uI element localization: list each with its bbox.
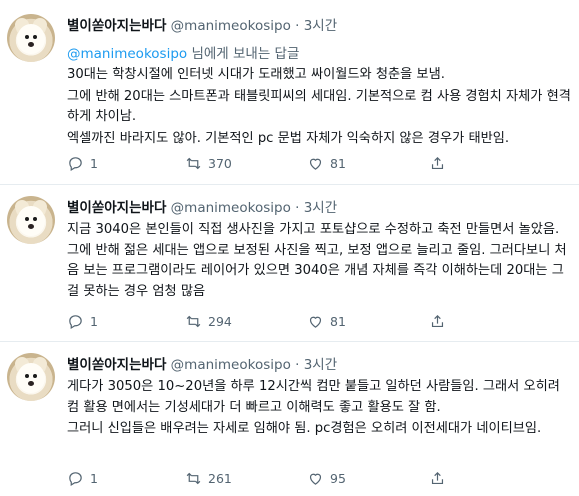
tweet-2[interactable]: 별이쏟아지는바다 @manimeokosipo · 3시간 지금 3040은 본…	[0, 185, 579, 341]
share-icon	[431, 471, 444, 485]
tweet-text: 게다가 3050은 10~20년을 하루 12시간씩 컴만 붙들고 일하던 사람…	[67, 377, 572, 441]
reply-count: 1	[90, 314, 98, 329]
retweet-button[interactable]: 261	[185, 470, 232, 487]
reply-button[interactable]: 1	[67, 155, 98, 172]
tweet-text: 30대는 학창시절에 인터넷 시대가 도래했고 싸이월드와 청춘을 보냄. 그에…	[67, 65, 572, 150]
heart-icon	[309, 473, 322, 485]
reply-button[interactable]: 1	[67, 470, 98, 487]
avatar[interactable]	[7, 196, 55, 244]
like-button[interactable]: 81	[307, 155, 346, 172]
separator-dot: ·	[295, 357, 300, 373]
timestamp[interactable]: 3시간	[304, 357, 337, 373]
tweet-actions: 1 294 81	[67, 313, 487, 333]
retweet-button[interactable]: 370	[185, 155, 232, 172]
reply-count: 1	[90, 156, 98, 171]
tweet-text: 지금 3040은 본인들이 직접 생사진을 가지고 포토샵으로 수정하고 축전 …	[67, 220, 572, 303]
retweet-count: 294	[208, 314, 232, 329]
retweet-icon	[186, 472, 201, 485]
tweet-header: 별이쏟아지는바다 @manimeokosipo · 3시간	[67, 196, 337, 216]
tweet-header: 별이쏟아지는바다 @manimeokosipo · 3시간	[67, 353, 337, 373]
tweet-header: 별이쏟아지는바다 @manimeokosipo · 3시간	[67, 14, 337, 34]
retweet-count: 370	[208, 156, 232, 171]
replying-suffix: 님에게 보내는 답글	[187, 46, 300, 62]
share-button[interactable]	[429, 155, 446, 172]
display-name[interactable]: 별이쏟아지는바다	[67, 200, 166, 216]
share-icon	[431, 314, 444, 328]
share-button[interactable]	[429, 470, 446, 487]
display-name[interactable]: 별이쏟아지는바다	[67, 357, 166, 373]
like-count: 95	[330, 471, 346, 486]
tweet-1[interactable]: 별이쏟아지는바다 @manimeokosipo · 3시간 @manimeoko…	[0, 0, 579, 184]
reply-icon	[69, 315, 82, 329]
tweet-thread: 별이쏟아지는바다 @manimeokosipo · 3시간 @manimeoko…	[0, 0, 579, 496]
tweet-line: 게다가 3050은 10~20년을 하루 12시간씩 컴만 붙들고 일하던 사람…	[67, 379, 560, 415]
display-name[interactable]: 별이쏟아지는바다	[67, 18, 166, 34]
separator-dot: ·	[295, 18, 300, 34]
retweet-icon	[186, 157, 201, 170]
heart-icon	[309, 158, 322, 170]
tweet-actions: 1 261 95	[67, 470, 487, 490]
reply-icon	[69, 157, 82, 171]
heart-icon	[309, 316, 322, 328]
user-handle[interactable]: @manimeokosipo	[171, 200, 291, 216]
like-count: 81	[330, 156, 346, 171]
like-count: 81	[330, 314, 346, 329]
avatar[interactable]	[7, 14, 55, 62]
reply-icon	[69, 472, 82, 486]
retweet-icon	[186, 315, 201, 328]
replying-mention-link[interactable]: @manimeokosipo	[67, 46, 187, 62]
timestamp[interactable]: 3시간	[304, 18, 337, 34]
tweet-line: 지금 3040은 본인들이 직접 생사진을 가지고 포토샵으로 수정하고 축전 …	[67, 222, 567, 299]
separator-dot: ·	[295, 200, 300, 216]
like-button[interactable]: 81	[307, 313, 346, 330]
replying-to: @manimeokosipo 님에게 보내는 답글	[67, 42, 299, 62]
timestamp[interactable]: 3시간	[304, 200, 337, 216]
reply-button[interactable]: 1	[67, 313, 98, 330]
tweet-line: 30대는 학창시절에 인터넷 시대가 도래했고 싸이월드와 청춘을 보냄.	[67, 67, 445, 82]
tweet-line: 그러니 신입들은 배우려는 자세로 임해야 됨. pc경험은 오히려 이전세대가…	[67, 421, 542, 436]
tweet-3[interactable]: 별이쏟아지는바다 @manimeokosipo · 3시간 게다가 3050은 …	[0, 342, 579, 496]
share-button[interactable]	[429, 313, 446, 330]
tweet-line: 엑셀까진 바라지도 않아. 기본적인 pc 문법 자체가 익숙하지 않은 경우가…	[67, 130, 510, 146]
retweet-button[interactable]: 294	[185, 313, 232, 330]
share-icon	[431, 156, 444, 170]
user-handle[interactable]: @manimeokosipo	[171, 18, 291, 34]
retweet-count: 261	[208, 471, 232, 486]
like-button[interactable]: 95	[307, 470, 346, 487]
tweet-actions: 1 370 81	[67, 155, 487, 175]
reply-count: 1	[90, 471, 98, 486]
user-handle[interactable]: @manimeokosipo	[171, 357, 291, 373]
tweet-line: 그에 반해 20대는 스마트폰과 태블릿피씨의 세대임. 기본적으로 컴 사용 …	[67, 88, 571, 125]
avatar[interactable]	[7, 353, 55, 401]
